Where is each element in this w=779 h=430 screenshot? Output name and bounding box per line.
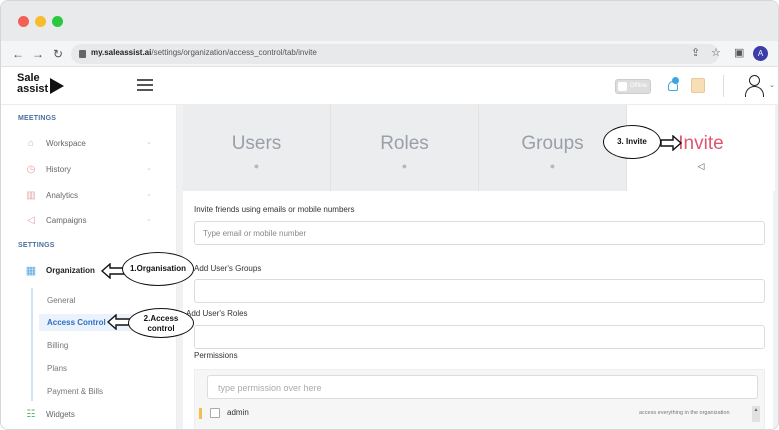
meetings-section-title: MEETINGS (18, 115, 57, 122)
header-divider (723, 75, 724, 97)
annotation-access-control: 2.Access control (128, 308, 194, 338)
submenu-rail (31, 288, 33, 401)
permissions-label: Permissions (194, 351, 238, 360)
lock-icon (79, 50, 86, 58)
sidebar-subitem-billing[interactable]: Billing (39, 337, 139, 354)
annotation-organisation: 1.Organisation (122, 252, 194, 286)
hamburger-menu-icon[interactable] (137, 79, 153, 91)
sidebar-subitem-payment-bills[interactable]: Payment & Bills (39, 383, 139, 400)
user-account-icon[interactable] (745, 75, 765, 97)
notification-bell-icon[interactable] (667, 77, 679, 93)
chevron-down-icon: ⌄ (146, 139, 152, 146)
browser-profile-avatar[interactable]: A (753, 46, 768, 61)
document-icon[interactable] (691, 78, 705, 93)
bar-chart-icon: ▥ (26, 190, 36, 201)
chevron-down-icon: ⌄ (146, 216, 152, 223)
building-icon: ▦ (25, 265, 37, 277)
sidebar-panel-icon[interactable]: ▣ (734, 46, 744, 59)
logo-play-icon (50, 78, 64, 94)
saleassist-logo[interactable]: Sale assist (17, 73, 69, 99)
maximize-window-button[interactable] (52, 16, 63, 27)
groups-select[interactable] (194, 279, 765, 303)
roles-label: Add User's Roles (186, 309, 248, 318)
url-text: my.saleassist.ai/settings/organization/a… (91, 48, 317, 57)
invite-form: Invite friends using emails or mobile nu… (183, 191, 773, 429)
logo-wordmark: Sale assist (17, 72, 49, 95)
annotation-arrow-invite (660, 135, 682, 151)
chevron-down-icon: ⌄ (146, 165, 152, 172)
online-status-toggle[interactable]: Offline (615, 79, 651, 94)
chevron-down-icon[interactable]: ⌄ (769, 81, 775, 89)
browser-window: ← → ↻ my.saleassist.ai/settings/organiza… (0, 0, 779, 430)
sidebar-item-workspace[interactable]: ⌂ Workspace ⌄ (1, 135, 177, 155)
widgets-icon: ☷ (26, 409, 36, 420)
permission-marker (199, 408, 202, 419)
scrollbar-up-icon[interactable]: ▲ (752, 406, 760, 422)
invite-email-input[interactable]: Type email or mobile number (194, 221, 765, 245)
permissions-panel: type permission over here admin access e… (194, 369, 765, 429)
home-icon: ⌂ (27, 138, 35, 149)
close-window-button[interactable] (18, 16, 29, 27)
sidebar-item-history[interactable]: ◷ History ⌄ (1, 161, 177, 181)
annotation-invite: 3. Invite (603, 125, 661, 159)
chevron-down-icon: ⌄ (146, 191, 152, 198)
permission-row: admin access everything in the organizat… (199, 406, 762, 422)
groups-label: Add User's Groups (194, 264, 262, 273)
sidebar-item-widgets[interactable]: ☷ Widgets (1, 406, 177, 426)
chat-icon: ● (253, 161, 260, 171)
invite-label: Invite friends using emails or mobile nu… (194, 205, 355, 214)
tab-roles[interactable]: Roles ● (331, 105, 479, 191)
sidebar-subitem-general[interactable]: General (39, 292, 139, 309)
forward-icon[interactable]: → (31, 46, 45, 62)
window-titlebar (1, 1, 778, 41)
minimize-window-button[interactable] (35, 16, 46, 27)
main-content: Users ● Roles ● Groups ● Invite ◁ Invite… (177, 105, 778, 429)
address-bar[interactable]: my.saleassist.ai/settings/organization/a… (71, 44, 719, 64)
chat-icon: ● (401, 161, 408, 171)
reload-icon[interactable]: ↻ (51, 46, 65, 62)
browser-toolbar: ← → ↻ my.saleassist.ai/settings/organiza… (1, 41, 778, 67)
tab-bar: Users ● Roles ● Groups ● Invite ◁ (183, 105, 775, 191)
back-icon[interactable]: ← (11, 46, 25, 62)
share-icon[interactable]: ⇪ (691, 46, 700, 59)
megaphone-icon: ◁ (27, 215, 35, 226)
sidebar-item-campaigns[interactable]: ◁ Campaigns ⌄ (1, 212, 177, 232)
clock-icon: ◷ (26, 164, 36, 175)
chat-icon: ● (549, 161, 556, 171)
sidebar-subitem-plans[interactable]: Plans (39, 360, 139, 377)
megaphone-icon: ◁ (697, 161, 705, 171)
permission-search-input[interactable]: type permission over here (207, 375, 758, 399)
roles-select[interactable] (194, 325, 765, 349)
permission-checkbox[interactable] (210, 408, 220, 418)
settings-section-title: SETTINGS (18, 242, 55, 249)
sidebar-item-analytics[interactable]: ▥ Analytics ⌄ (1, 187, 177, 207)
bookmark-star-icon[interactable]: ☆ (711, 46, 721, 59)
tab-users[interactable]: Users ● (183, 105, 331, 191)
app-header: Sale assist Offline ⌄ (1, 67, 778, 105)
